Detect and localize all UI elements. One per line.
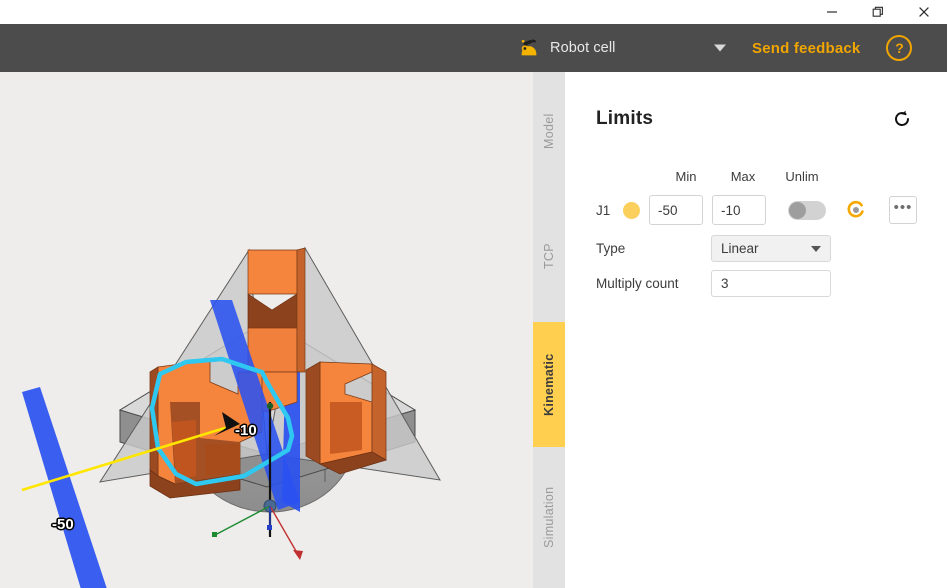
unlimited-toggle[interactable] xyxy=(788,200,826,220)
help-button[interactable]: ? xyxy=(886,35,913,61)
joint-max-input[interactable] xyxy=(712,195,766,225)
panel-tab-rail: Model TCP Kinematic Simulation xyxy=(533,72,565,588)
page-title: Limits xyxy=(596,108,654,129)
multiply-count-input[interactable] xyxy=(711,270,831,297)
joint-more-options-button[interactable]: ••• xyxy=(889,196,917,224)
maximize-button[interactable] xyxy=(855,0,901,24)
limits-panel: Limits Min Max Unlim J1 -50 -10 ••• Type… xyxy=(565,72,947,588)
column-header-unlim: Unlim xyxy=(785,169,819,184)
type-select[interactable]: Linear xyxy=(711,235,831,262)
close-icon xyxy=(919,7,929,17)
close-button[interactable] xyxy=(901,0,947,24)
multiply-count-label: Multiply count xyxy=(596,276,679,291)
scene-render xyxy=(21,246,441,588)
toggle-knob xyxy=(789,201,806,219)
tab-model[interactable]: Model xyxy=(533,72,565,190)
robot-cell-name: Robot cell xyxy=(550,40,616,56)
joint-color-dot-icon xyxy=(623,201,640,219)
tab-kinematic-label: Kinematic xyxy=(542,353,556,416)
type-label: Type xyxy=(596,241,626,256)
chevron-down-icon xyxy=(714,44,726,52)
tab-simulation[interactable]: Simulation xyxy=(533,447,565,588)
reset-limits-button[interactable] xyxy=(888,105,916,133)
window-title-bar xyxy=(0,0,947,24)
panel-header: Limits xyxy=(596,104,916,134)
app-toolbar: Robot cell Send feedback ? xyxy=(0,24,947,72)
tab-model-label: Model xyxy=(542,113,556,149)
tab-tcp-label: TCP xyxy=(542,243,556,269)
tab-tcp[interactable]: TCP xyxy=(533,190,565,322)
minimize-icon xyxy=(827,11,837,13)
joint-name-label: J1 xyxy=(596,202,611,218)
joint-min-input[interactable] xyxy=(649,195,703,225)
multiply-count-row: Multiply count xyxy=(596,270,831,297)
rotation-jog-button[interactable] xyxy=(843,197,869,223)
rotation-jog-icon xyxy=(847,200,864,218)
viewport-3d[interactable]: -10 -50 xyxy=(0,72,533,588)
tab-kinematic[interactable]: Kinematic xyxy=(533,322,565,447)
app-window: Robot cell Send feedback ? -10 -50 Model… xyxy=(0,0,947,588)
type-select-value: Linear xyxy=(721,241,759,256)
type-row: Type Linear xyxy=(596,235,831,262)
robot-cell-selector[interactable]: Robot cell xyxy=(508,24,740,72)
minimize-button[interactable] xyxy=(809,0,855,24)
column-header-max: Max xyxy=(730,169,756,184)
tab-simulation-label: Simulation xyxy=(542,486,556,549)
joint-row-j1: J1 ••• xyxy=(596,194,936,226)
send-feedback-button[interactable]: Send feedback xyxy=(752,40,860,57)
reset-rotate-icon xyxy=(895,110,909,126)
chevron-down-icon xyxy=(811,245,821,252)
column-header-min: Min xyxy=(675,169,697,184)
maximize-icon xyxy=(872,6,883,17)
robot-arm-icon xyxy=(521,39,537,56)
